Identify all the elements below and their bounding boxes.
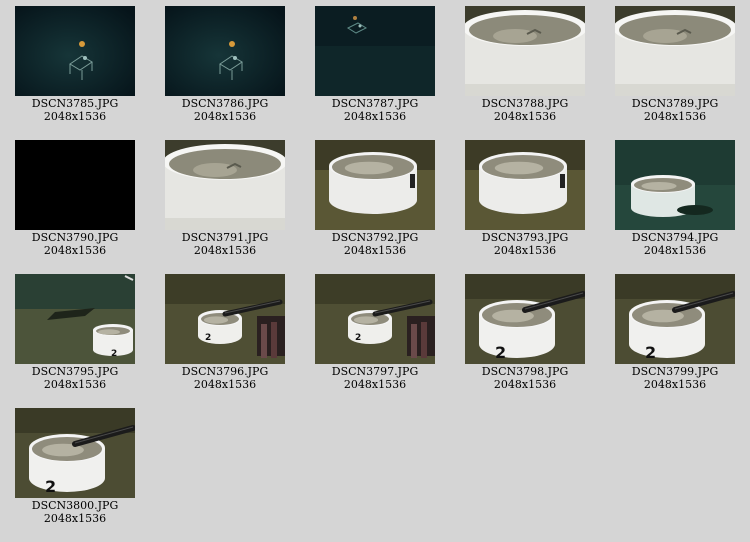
thumbnail-image[interactable]: 2	[615, 274, 735, 364]
thumbnail-item: DSCN3794.JPG 2048x1536	[600, 134, 750, 258]
thumbnail-filename[interactable]: DSCN3785.JPG	[0, 97, 150, 110]
thumbnail-filename[interactable]: DSCN3788.JPG	[450, 97, 600, 110]
thumbnail-item: DSCN3785.JPG 2048x1536	[0, 0, 150, 124]
thumbnail-filename[interactable]: DSCN3793.JPG	[450, 231, 600, 244]
thumbnail-image[interactable]	[15, 6, 135, 96]
thumbnail-image[interactable]: 2	[315, 274, 435, 364]
thumbnail-image[interactable]: 2	[165, 274, 285, 364]
thumbnail-item: 2 DSCN3795.JPG 2048x1536	[0, 268, 150, 392]
thumbnail-filename[interactable]: DSCN3799.JPG	[600, 365, 750, 378]
thumbnail-image[interactable]	[615, 140, 735, 230]
thumbnail-item: DSCN3786.JPG 2048x1536	[150, 0, 300, 124]
thumbnail-filename[interactable]: DSCN3798.JPG	[450, 365, 600, 378]
thumbnail-image[interactable]: 2	[15, 274, 135, 364]
thumbnail-item: 2 DSCN3796.JPG 2048x1536	[150, 268, 300, 392]
svg-text:2: 2	[495, 343, 506, 362]
thumbnail-filename[interactable]: DSCN3795.JPG	[0, 365, 150, 378]
thumbnail-image[interactable]	[465, 6, 585, 96]
thumbnail-image[interactable]	[315, 140, 435, 230]
thumbnail-dimensions: 2048x1536	[43, 110, 107, 123]
thumbnail-image[interactable]	[315, 6, 435, 96]
thumbnail-dimensions: 2048x1536	[193, 110, 257, 123]
thumbnail-item: DSCN3788.JPG 2048x1536	[450, 0, 600, 124]
svg-text:2: 2	[45, 477, 56, 496]
thumbnail-item: 2 DSCN3799.JPG 2048x1536	[600, 268, 750, 392]
thumbnail-image[interactable]	[165, 140, 285, 230]
svg-text:2: 2	[645, 343, 656, 362]
thumbnail-item: DSCN3791.JPG 2048x1536	[150, 134, 300, 258]
thumbnail-filename[interactable]: DSCN3794.JPG	[600, 231, 750, 244]
thumbnail-filename[interactable]: DSCN3797.JPG	[300, 365, 450, 378]
thumbnail-dimensions: 2048x1536	[343, 378, 407, 391]
thumbnail-item: 2 DSCN3798.JPG 2048x1536	[450, 268, 600, 392]
thumbnail-filename[interactable]: DSCN3791.JPG	[150, 231, 300, 244]
thumbnail-item: 2 DSCN3800.JPG 2048x1536	[0, 402, 150, 526]
thumbnail-filename[interactable]: DSCN3792.JPG	[300, 231, 450, 244]
thumbnail-dimensions: 2048x1536	[643, 110, 707, 123]
thumbnail-dimensions: 2048x1536	[193, 378, 257, 391]
thumbnail-dimensions: 2048x1536	[193, 244, 257, 257]
thumbnail-filename[interactable]: DSCN3800.JPG	[0, 499, 150, 512]
thumbnail-dimensions: 2048x1536	[643, 378, 707, 391]
thumbnail-item: DSCN3792.JPG 2048x1536	[300, 134, 450, 258]
thumbnail-dimensions: 2048x1536	[493, 244, 557, 257]
thumbnail-item: DSCN3793.JPG 2048x1536	[450, 134, 600, 258]
svg-text:2: 2	[355, 333, 361, 343]
thumbnail-item: 2 DSCN3797.JPG 2048x1536	[300, 268, 450, 392]
thumbnail-dimensions: 2048x1536	[643, 244, 707, 257]
svg-text:2: 2	[205, 333, 211, 343]
thumbnail-dimensions: 2048x1536	[43, 378, 107, 391]
thumbnail-image[interactable]	[615, 6, 735, 96]
thumbnail-dimensions: 2048x1536	[43, 512, 107, 525]
svg-text:2: 2	[111, 349, 117, 359]
thumbnail-image[interactable]: 2	[15, 408, 135, 498]
thumbnail-image[interactable]	[165, 6, 285, 96]
thumbnail-dimensions: 2048x1536	[43, 244, 107, 257]
thumbnail-dimensions: 2048x1536	[493, 110, 557, 123]
thumbnail-filename[interactable]: DSCN3787.JPG	[300, 97, 450, 110]
thumbnail-filename[interactable]: DSCN3786.JPG	[150, 97, 300, 110]
thumbnail-image[interactable]	[15, 140, 135, 230]
thumbnail-dimensions: 2048x1536	[493, 378, 557, 391]
thumbnail-filename[interactable]: DSCN3796.JPG	[150, 365, 300, 378]
thumbnail-item: DSCN3790.JPG 2048x1536	[0, 134, 150, 258]
thumbnail-dimensions: 2048x1536	[343, 244, 407, 257]
thumbnail-item: DSCN3789.JPG 2048x1536	[600, 0, 750, 124]
thumbnail-filename[interactable]: DSCN3790.JPG	[0, 231, 150, 244]
thumbnail-image[interactable]	[465, 140, 585, 230]
thumbnail-gallery: DSCN3785.JPG 2048x1536 DSCN3786.JPG 2048x15…	[0, 0, 750, 542]
thumbnail-dimensions: 2048x1536	[343, 110, 407, 123]
thumbnail-image[interactable]: 2	[465, 274, 585, 364]
thumbnail-item: DSCN3787.JPG 2048x1536	[300, 0, 450, 124]
thumbnail-filename[interactable]: DSCN3789.JPG	[600, 97, 750, 110]
